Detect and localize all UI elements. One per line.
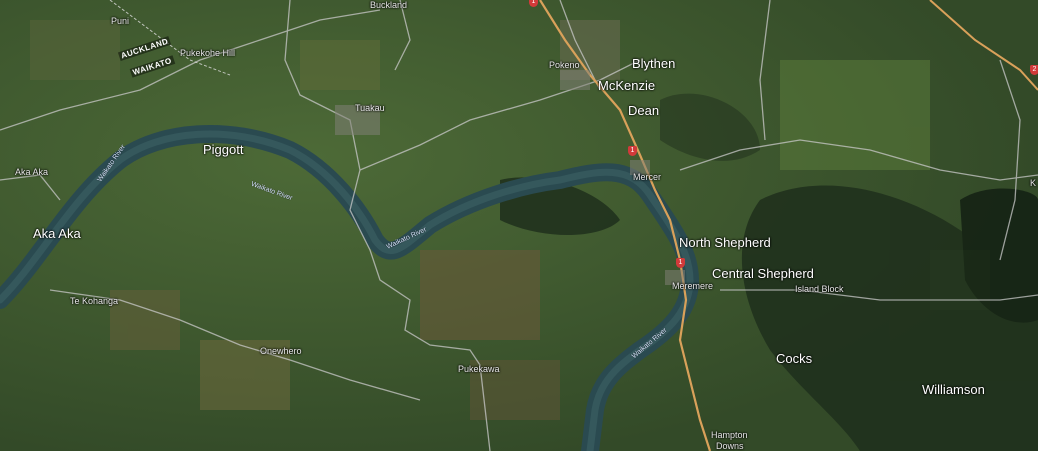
town-label-island-block[interactable]: Island Block (795, 284, 844, 294)
town-label-pukekawa[interactable]: Pukekawa (458, 364, 500, 374)
town-label-hampton[interactable]: Hampton (711, 430, 748, 440)
town-label-aka-aka[interactable]: Aka Aka (15, 167, 48, 177)
highway-shield-icon: 2 (1030, 65, 1038, 75)
town-label-buckland[interactable]: Buckland (370, 0, 407, 10)
overlay-label-central-shepherd[interactable]: Central Shepherd (712, 266, 814, 281)
town-label-pukekohe-hill[interactable]: Pukekohe Hill (180, 48, 235, 58)
town-label-pokeno[interactable]: Pokeno (549, 60, 580, 70)
town-label-mercer[interactable]: Mercer (633, 172, 661, 182)
overlay-label-cocks[interactable]: Cocks (776, 351, 812, 366)
overlay-label-blythen[interactable]: Blythen (632, 56, 675, 71)
overlay-label-dean[interactable]: Dean (628, 103, 659, 118)
town-label-meremere[interactable]: Meremere (672, 281, 713, 291)
overlay-label-mckenzie[interactable]: McKenzie (598, 78, 655, 93)
town-label-downs[interactable]: Downs (716, 441, 744, 451)
overlay-label-north-shepherd[interactable]: North Shepherd (679, 235, 771, 250)
overlay-label-williamson[interactable]: Williamson (922, 382, 985, 397)
town-label-te-kohanga[interactable]: Te Kohanga (70, 296, 118, 306)
town-label-tuakau[interactable]: Tuakau (355, 103, 385, 113)
town-label-edge[interactable]: K (1030, 178, 1036, 188)
town-label-onewhero[interactable]: Onewhero (260, 346, 302, 356)
overlay-label-piggott[interactable]: Piggott (203, 142, 243, 157)
overlay-label-aka-aka[interactable]: Aka Aka (33, 226, 81, 241)
town-label-puni[interactable]: Puni (111, 16, 129, 26)
highway-shield-icon: 1 (628, 146, 637, 156)
satellite-map[interactable]: AUCKLAND WAIKATO Waikato River Waikato R… (0, 0, 1038, 451)
highway-shield-icon: 1 (676, 258, 685, 268)
